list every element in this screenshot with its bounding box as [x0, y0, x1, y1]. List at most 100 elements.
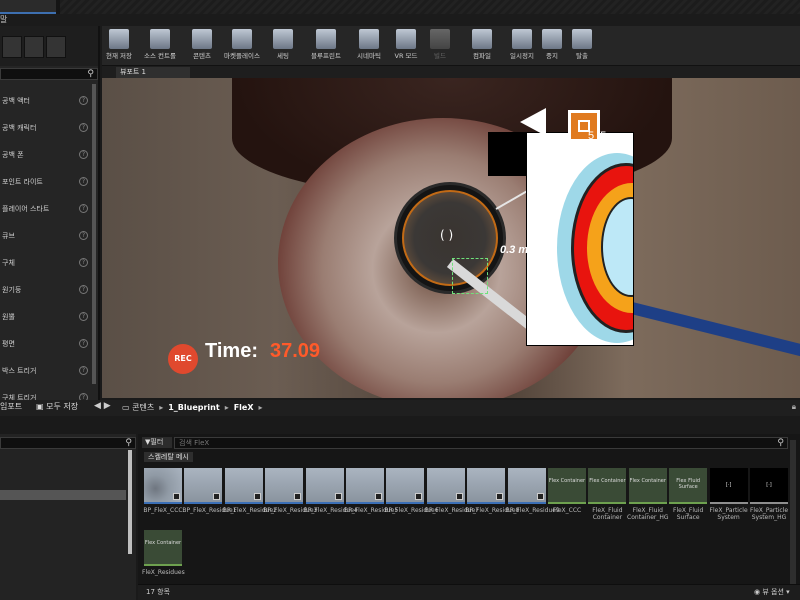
asset-scrollbar[interactable]: [790, 440, 796, 584]
place-item[interactable]: 원기둥?: [0, 277, 92, 303]
toolbar-button[interactable]: 탈출: [570, 28, 594, 64]
help-icon[interactable]: ?: [79, 177, 88, 186]
toolbar-button[interactable]: 콘텐츠: [188, 28, 216, 64]
asset-tile[interactable]: [507, 468, 546, 504]
asset-tile[interactable]: [·]: [750, 468, 788, 504]
place-search-input[interactable]: ⚲: [0, 68, 98, 80]
asset-tile[interactable]: Flex Fluid Surface: [669, 468, 708, 504]
import-button[interactable]: 임포트: [0, 401, 22, 412]
toolbar-button-label: 일시정지: [510, 52, 534, 60]
asset-tile[interactable]: [467, 468, 506, 504]
toolbar-button-label: 콘텐츠: [193, 52, 211, 60]
toolbar-button[interactable]: 마켓플레이스: [220, 28, 264, 64]
asset-tile[interactable]: [386, 468, 425, 504]
toolbar-button[interactable]: 세팅: [268, 28, 298, 64]
save-icon: ▣: [36, 402, 47, 411]
toolbar-button[interactable]: 블루프린트: [306, 28, 346, 64]
asset-tile[interactable]: [184, 468, 223, 504]
help-icon[interactable]: ?: [79, 339, 88, 348]
viewport-tab[interactable]: 뷰포트 1: [116, 67, 190, 78]
asset-tile[interactable]: [·]: [709, 468, 748, 504]
toolbar-button-label: 마켓플레이스: [224, 52, 260, 60]
place-item-label: 큐브: [2, 232, 15, 240]
stop-icon: [542, 29, 562, 49]
asset-tile[interactable]: [224, 468, 263, 504]
help-icon[interactable]: ?: [79, 96, 88, 105]
help-icon[interactable]: ?: [79, 204, 88, 213]
asset-tile[interactable]: [265, 468, 304, 504]
save-all-button[interactable]: ▣ 모두 저장: [36, 401, 78, 412]
sources-search-input[interactable]: ⚲: [0, 437, 136, 449]
search-icon: ⚲: [777, 438, 784, 448]
save-all-label: 모두 저장: [46, 402, 79, 411]
filter-button[interactable]: ▼필터: [142, 437, 172, 448]
previous-step-arrow-icon[interactable]: [520, 108, 546, 136]
toolbar-button[interactable]: 빌드: [428, 28, 452, 64]
menu-item[interactable]: 말: [0, 14, 7, 25]
lock-icon[interactable]: 🔒︎: [792, 402, 796, 412]
toolbar-button-label: 블루프린트: [311, 52, 341, 60]
place-item[interactable]: 공백 액터?: [0, 88, 92, 114]
asset-tile[interactable]: [305, 468, 344, 504]
landscape-mode-icon[interactable]: [46, 36, 66, 58]
place-item[interactable]: 평면?: [0, 331, 92, 357]
help-icon[interactable]: ?: [79, 123, 88, 132]
help-icon[interactable]: ?: [79, 393, 88, 400]
toolbar-button[interactable]: 중지: [540, 28, 564, 64]
place-item[interactable]: 원뿔?: [0, 304, 92, 330]
filter-chip[interactable]: 스켈레탈 메시: [144, 452, 193, 462]
help-icon[interactable]: ?: [79, 366, 88, 375]
breadcrumb-flex[interactable]: FleX: [234, 403, 254, 412]
place-list-scrollbar[interactable]: [92, 84, 96, 384]
asset-name: BP_FleX_Residue2: [222, 507, 277, 514]
place-item[interactable]: 포인트 라이트?: [0, 169, 92, 195]
asset-search-input[interactable]: 검색 FleX ⚲: [174, 437, 788, 449]
place-item-label: 원뿔: [2, 313, 15, 321]
editor-tab[interactable]: [0, 0, 56, 14]
toolbar-button[interactable]: 일시정지: [508, 28, 536, 64]
place-item[interactable]: 공백 캐릭터?: [0, 115, 92, 141]
toolbar-button-label: 탈출: [576, 52, 588, 60]
pupil-marker: ( ): [440, 228, 454, 242]
toolbar-button[interactable]: 소스 컨트롤: [138, 28, 182, 64]
asset-tile[interactable]: Flex Container: [628, 468, 667, 504]
toolbar-button[interactable]: 현재 저장: [104, 28, 134, 64]
toolbar-button[interactable]: 시네마틱: [352, 28, 386, 64]
asset-tile[interactable]: [346, 468, 384, 504]
paint-mode-icon[interactable]: [24, 36, 44, 58]
help-icon[interactable]: ?: [79, 312, 88, 321]
asset-thumbnail-text: Flex Container: [629, 478, 666, 484]
place-item[interactable]: 구체?: [0, 250, 92, 276]
place-mode-icon[interactable]: [2, 36, 22, 58]
sources-selected-folder[interactable]: [0, 490, 126, 500]
asset-tile[interactable]: Flex Container: [144, 530, 182, 566]
place-item[interactable]: 공백 폰?: [0, 142, 92, 168]
asset-tile[interactable]: Flex Container: [548, 468, 586, 504]
place-item-label: 구체 트리거: [2, 394, 37, 400]
breadcrumb-blueprint[interactable]: 1_Blueprint: [168, 403, 219, 412]
place-item[interactable]: 구체 트리거?: [0, 385, 92, 400]
blueprint-badge-icon: [294, 493, 302, 500]
help-icon[interactable]: ?: [79, 231, 88, 240]
help-icon[interactable]: ?: [79, 285, 88, 294]
view-options-button[interactable]: ◉ 뷰 옵션 ▾: [754, 587, 790, 597]
place-item[interactable]: 플레이어 스타트?: [0, 196, 92, 222]
place-item[interactable]: 큐브?: [0, 223, 92, 249]
asset-tile[interactable]: Flex Container: [588, 468, 627, 504]
back-arrow-icon[interactable]: ◀: [94, 401, 101, 411]
asset-name: BP_FleX_Residue4: [303, 507, 358, 514]
place-item[interactable]: 박스 트리거?: [0, 358, 92, 384]
level-viewport[interactable]: ( ) 5 /5 0.3 mm REC Time: 37.09: [102, 78, 800, 398]
help-icon[interactable]: ?: [79, 258, 88, 267]
toolbar-button[interactable]: 컴파일: [468, 28, 496, 64]
toolbar-button-label: 컴파일: [473, 52, 491, 60]
content-browser-toolbar: [0, 400, 800, 416]
asset-tile[interactable]: [144, 468, 182, 504]
help-icon[interactable]: ?: [79, 150, 88, 159]
forward-arrow-icon[interactable]: ▶: [104, 401, 111, 411]
breadcrumb-content[interactable]: 콘텐츠: [132, 403, 154, 412]
asset-tile[interactable]: [426, 468, 465, 504]
toolbar-button[interactable]: VR 모드: [390, 28, 422, 64]
settings-icon: [273, 29, 293, 49]
sources-scrollbar[interactable]: [128, 450, 132, 554]
